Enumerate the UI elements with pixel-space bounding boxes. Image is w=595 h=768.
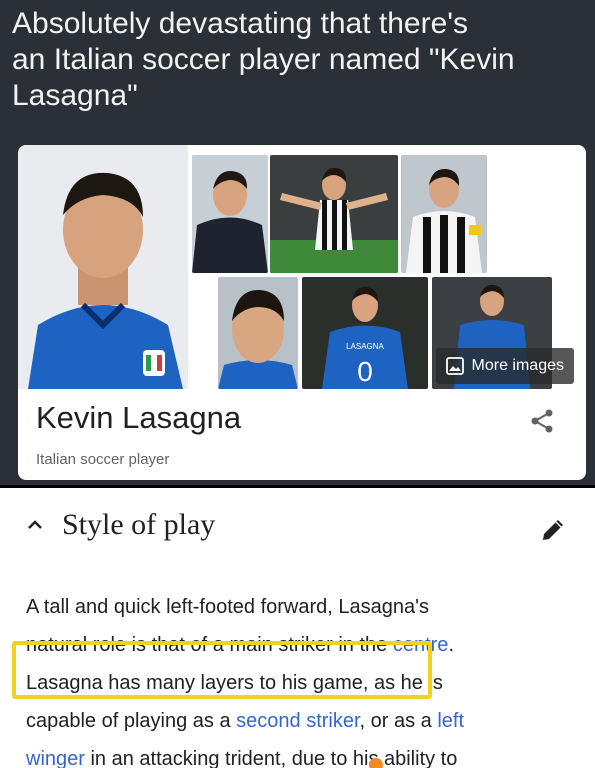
line-3-rest: as he is (368, 672, 443, 694)
main-portrait-photo[interactable] (18, 145, 188, 389)
more-images-label: More images (471, 357, 564, 374)
svg-text:0: 0 (357, 356, 373, 387)
section-title: Style of play (62, 508, 216, 541)
svg-text:LASAGNA: LASAGNA (346, 342, 384, 351)
line-4-text: capable of playing as a (26, 710, 237, 732)
style-of-play-paragraph: A tall and quick left-footed forward, La… (26, 588, 566, 768)
meme-caption: Absolutely devastating that there's an I… (12, 6, 587, 114)
orange-dot (369, 758, 383, 768)
paragraph-line-4: capable of playing as a second striker, … (26, 702, 566, 740)
centre-link[interactable]: centre (393, 634, 449, 651)
photo-udinese-celebration[interactable] (270, 155, 398, 273)
line-2-end: . (448, 634, 454, 656)
paragraph-line-1: A tall and quick left-footed forward, La… (26, 588, 566, 626)
photo-closeup[interactable] (218, 277, 298, 389)
image-icon (445, 357, 464, 375)
paragraph-line-3: Lasagna has many layers to his game, as … (26, 664, 566, 702)
line-1-text: A tall and quick left-footed forward, La… (26, 596, 429, 618)
second-striker-link[interactable]: second striker (236, 710, 359, 732)
caption-line-3: Lasagna" (12, 79, 138, 112)
knowledge-panel-card: LASAGNA 0 More images Kevin Lasagna Ital… (18, 145, 586, 480)
entity-name: Kevin Lasagna (36, 400, 242, 435)
highlighted-sentence: Lasagna has many layers to his game, (26, 672, 369, 694)
caption-line-1: Absolutely devastating that there's (12, 7, 469, 40)
caption-line-2: an Italian soccer player named "Kevin (12, 43, 515, 76)
chevron-up-icon[interactable] (26, 516, 44, 534)
line-4-mid: , or as a (359, 710, 438, 732)
left-winger-link-part1[interactable]: left (437, 710, 464, 732)
share-icon[interactable] (528, 407, 556, 435)
section-header[interactable]: Style of play (26, 508, 215, 542)
wikipedia-section: Style of play A tall and quick left-foot… (0, 485, 595, 768)
photo-italy-back[interactable]: LASAGNA 0 (302, 277, 428, 389)
line-5-rest: in an attacking trident, due to his abil… (84, 748, 458, 768)
paragraph-line-5: winger in an attacking trident, due to h… (26, 740, 566, 768)
entity-subtitle: Italian soccer player (36, 451, 170, 468)
paragraph-line-2: natural role is that of a main striker i… (26, 626, 566, 656)
photo-udinese-captain[interactable] (401, 155, 487, 273)
line-2-text: natural role is that of a main striker i… (26, 634, 393, 656)
pencil-icon[interactable] (539, 516, 567, 544)
left-winger-link-part2[interactable]: winger (26, 748, 85, 768)
more-images-button[interactable]: More images (435, 348, 574, 384)
photo-training[interactable] (192, 155, 268, 273)
